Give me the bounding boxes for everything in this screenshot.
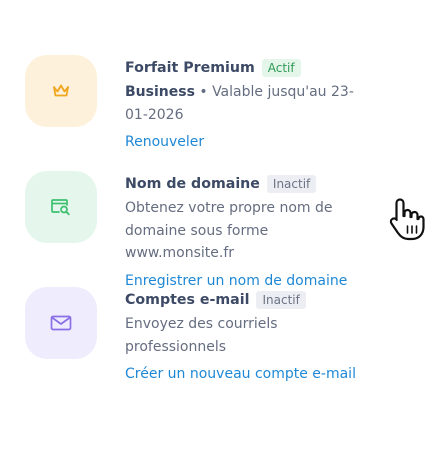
premium-status-badge: Actif [261,59,301,77]
email-status-badge: Inactif [256,291,306,309]
service-item-email: Comptes e-mail Inactif Envoyez des courr… [25,287,425,387]
premium-icon-tile [25,55,97,127]
envelope-icon [50,315,72,331]
domain-icon-tile [25,171,97,243]
premium-title-row: Forfait Premium Actif [125,55,425,81]
premium-plan-name: Business [125,84,195,100]
email-description: Envoyez des courriels professionnels [125,316,278,355]
domain-title-row: Nom de domaine Inactif [125,171,425,197]
service-item-domain: Nom de domaine Inactif Obtenez votre pro… [25,171,425,289]
domain-search-icon [51,199,70,216]
domain-content: Nom de domaine Inactif Obtenez votre pro… [125,171,425,292]
email-title-row: Comptes e-mail Inactif [125,287,425,313]
premium-description: Business • Valable jusqu'au 23-01-2026 [125,81,373,126]
email-icon-tile [25,287,97,359]
renew-link[interactable]: Renouveler [125,131,425,153]
service-item-premium: Forfait Premium Actif Business • Valable… [25,55,425,155]
domain-title: Nom de domaine [125,176,260,192]
domain-description: Obtenez votre propre nom de domaine sous… [125,200,333,261]
crown-icon [53,84,69,97]
email-title: Comptes e-mail [125,292,250,308]
premium-title: Forfait Premium [125,60,255,76]
hand-pointer-cursor-icon [389,198,425,241]
services-panel: Forfait Premium Actif Business • Valable… [0,0,448,458]
domain-status-badge: Inactif [266,175,317,193]
create-email-link[interactable]: Créer un nouveau compte e-mail [125,363,425,385]
email-content: Comptes e-mail Inactif Envoyez des courr… [125,287,425,385]
premium-content: Forfait Premium Actif Business • Valable… [125,55,425,153]
